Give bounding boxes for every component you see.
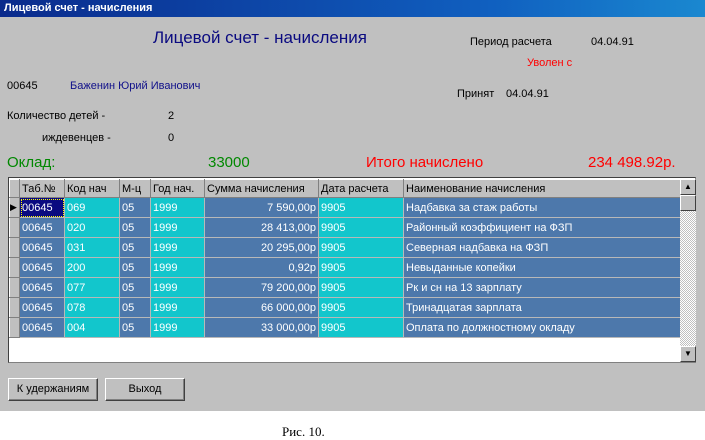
total-label: Итого начислено [366,154,484,171]
table-cell[interactable]: 00645 [19,217,65,238]
table-cell[interactable]: 0,92р [204,257,319,278]
exit-button[interactable]: Выход [105,378,185,401]
table-cell[interactable]: 1999 [150,197,205,218]
table-cell[interactable]: 00645 [19,257,65,278]
table-cell[interactable]: Северная надбавка на ФЗП [403,237,681,258]
accruals-grid[interactable]: Таб.№ Код нач М-ц Год нач. Сумма начисле… [8,177,696,363]
column-header[interactable]: Год нач. [150,179,205,198]
table-cell[interactable]: 1999 [150,237,205,258]
column-header[interactable]: Дата расчета [318,179,404,198]
table-cell[interactable]: 9905 [318,217,404,238]
table-cell[interactable]: 05 [119,217,151,238]
column-header[interactable]: М-ц [119,179,151,198]
table-cell[interactable]: 05 [119,257,151,278]
column-header[interactable]: Наименование начисления [403,179,681,198]
row-indicator[interactable] [9,257,20,278]
table-cell[interactable]: 9905 [318,277,404,298]
figure-caption: Рис. 10. [282,424,325,439]
table-cell[interactable]: Рк и сн на 13 зарплату [403,277,681,298]
table-row[interactable]: 00645 004 05 1999 33 000,00р 9905 Оплата по до… [9,317,681,338]
table-cell[interactable]: 9905 [318,237,404,258]
table-cell[interactable]: Оплата по должностному окладу [403,317,681,338]
table-cell[interactable]: 9905 [318,257,404,278]
header-row: Таб.№ Код нач М-ц Год нач. Сумма начисле… [9,179,681,198]
table-cell[interactable]: 077 [64,277,120,298]
children-label: Количество детей - [7,110,106,122]
table-cell[interactable]: Невыданные копейки [403,257,681,278]
table-cell[interactable]: 9905 [318,197,404,218]
hired-value: 04.04.91 [506,88,549,100]
table-row[interactable]: 00645 077 05 1999 79 200,00р 9905 Рк и сн на 1… [9,277,681,298]
table-cell[interactable]: 1999 [150,317,205,338]
dismissed-label: Уволен с [527,57,573,69]
table-cell[interactable]: 00645 [19,317,65,338]
table-cell[interactable]: 1999 [150,257,205,278]
table-cell[interactable]: 1999 [150,217,205,238]
account-window: Лицевой счет - начисления Лицевой счет -… [0,0,705,411]
table-cell[interactable]: 200 [64,257,120,278]
table-cell[interactable]: 9905 [318,297,404,318]
employee-id: 00645 [7,80,38,92]
table-cell[interactable]: 00645 [19,277,65,298]
table-cell[interactable]: 078 [64,297,120,318]
table-cell[interactable]: 020 [64,217,120,238]
table-cell[interactable]: 28 413,00р [204,217,319,238]
table-cell[interactable]: 33 000,00р [204,317,319,338]
table-cell[interactable]: 031 [64,237,120,258]
table-cell[interactable]: 7 590,00р [204,197,319,218]
column-header[interactable]: Код нач [64,179,120,198]
row-indicator[interactable] [9,317,20,338]
current-row-indicator-icon[interactable]: ▶ [9,197,20,218]
deductions-button[interactable]: К удержаниям [8,378,98,401]
accruals-table: Таб.№ Код нач М-ц Год нач. Сумма начисле… [9,179,681,338]
table-cell[interactable]: 05 [119,197,151,218]
row-indicator[interactable] [9,237,20,258]
table-row[interactable]: 00645 020 05 1999 28 413,00р 9905 Районный коэ… [9,217,681,238]
table-cell[interactable]: 79 200,00р [204,277,319,298]
title-bar: Лицевой счет - начисления [0,0,705,17]
salary-value: 33000 [208,154,250,171]
table-cell[interactable]: 1999 [150,297,205,318]
scroll-up-arrow-icon[interactable]: ▲ [680,179,696,195]
employee-name: Баженин Юрий Иванович [70,80,201,92]
children-value: 2 [168,110,175,122]
table-cell[interactable]: 1999 [150,277,205,298]
table-cell[interactable]: 66 000,00р [204,297,319,318]
form-title: Лицевой счет - начисления [153,28,367,47]
table-cell[interactable]: 05 [119,317,151,338]
period-label: Период расчета [470,36,552,48]
table-cell[interactable]: Тринадцатая зарплата [403,297,681,318]
column-header[interactable]: Таб.№ [19,179,65,198]
table-cell[interactable]: 00645 [19,297,65,318]
row-indicator[interactable] [9,297,20,318]
table-cell[interactable]: 004 [64,317,120,338]
table-cell[interactable]: 00645 [19,237,65,258]
table-cell[interactable]: 20 295,00р [204,237,319,258]
table-cell[interactable]: Районный коэффициент на ФЗП [403,217,681,238]
table-cell[interactable]: Надбавка за стаж работы [403,197,681,218]
table-cell[interactable]: 00645 [19,197,65,218]
vertical-scrollbar[interactable]: ▲ ▼ [680,179,696,362]
total-value: 234 498.92р. [588,154,676,171]
dependents-value: 0 [168,132,175,144]
table-row[interactable]: 00645 031 05 1999 20 295,00р 9905 Северная над… [9,237,681,258]
salary-label: Оклад: [7,154,56,171]
dependents-label: иждевенцев - [42,132,111,144]
table-cell[interactable]: 05 [119,277,151,298]
table-cell[interactable]: 069 [64,197,120,218]
table-row[interactable]: 00645 078 05 1999 66 000,00р 9905 Тринадцатая … [9,297,681,318]
period-value: 04.04.91 [591,36,634,48]
hired-label: Принят [457,88,495,100]
column-header[interactable]: Сумма начисления [204,179,319,198]
table-row[interactable]: 00645 200 05 1999 0,92р 9905 Невыданные копейк… [9,257,681,278]
scroll-down-arrow-icon[interactable]: ▼ [680,346,696,362]
table-row[interactable]: ▶ 00645 069 05 1999 7 590,00р 9905 Надбавка за … [9,197,681,218]
scroll-thumb[interactable] [680,195,696,211]
row-indicator[interactable] [9,217,20,238]
table-cell[interactable]: 9905 [318,317,404,338]
indicator-header [9,179,20,198]
table-cell[interactable]: 05 [119,297,151,318]
row-indicator[interactable] [9,277,20,298]
table-cell[interactable]: 05 [119,237,151,258]
